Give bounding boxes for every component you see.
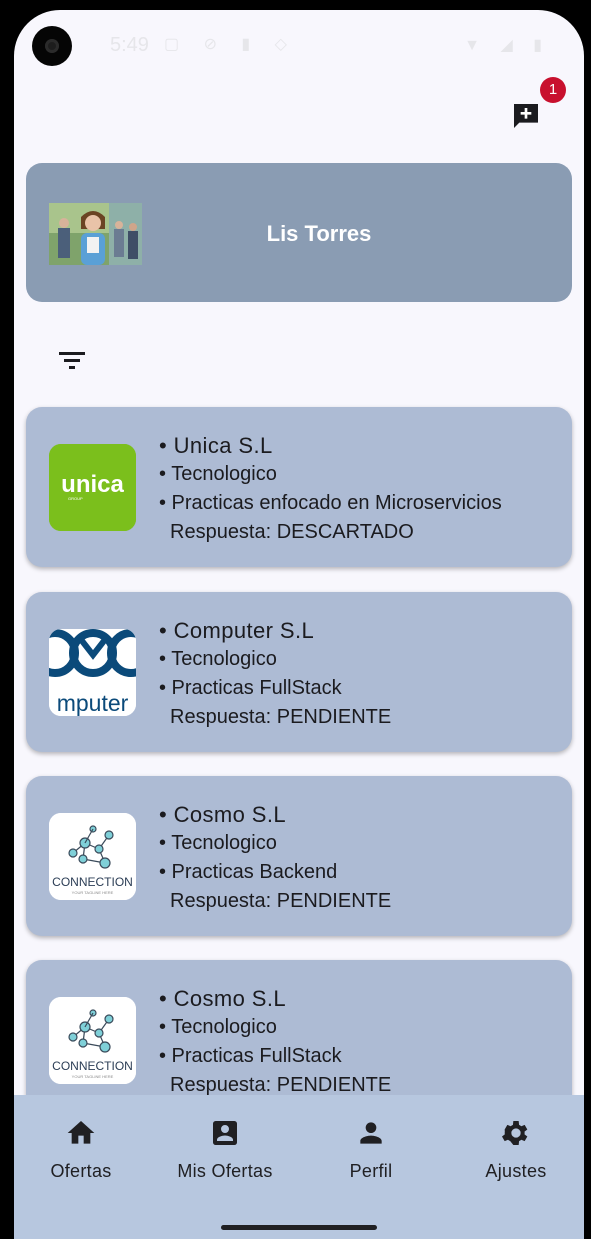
connection-logo: CONNECTION YOUR TAGLINE HERE [49,997,136,1084]
offer-card[interactable]: unica GROUP • Unica S.L • Tecnologico • … [26,407,572,567]
offer-title: • Practicas FullStack [159,1045,342,1067]
connection-logo-tagline: YOUR TAGLINE HERE [72,1074,114,1079]
bottom-navigation: Ofertas Mis Ofertas Perfil Ajustes [14,1095,584,1239]
unica-logo: unica GROUP [49,444,136,531]
nav-item-mis-ofertas[interactable]: Mis Ofertas [155,1117,295,1182]
notification-badge: 1 [540,77,566,103]
offer-sector: • Tecnologico [159,832,277,854]
unica-logo-text: unica [61,471,124,498]
profile-card[interactable]: Lis Torres [26,163,572,302]
profile-name: Lis Torres [266,221,372,246]
offer-response: Respuesta: PENDIENTE [170,706,392,728]
nav-item-ofertas[interactable]: Ofertas [14,1117,151,1182]
connection-logo: CONNECTION YOUR TAGLINE HERE [49,813,136,900]
status-system-icons: ▼ ◢ ▮ [464,37,550,54]
offer-title: • Practicas enfocado en Microservicios [159,492,502,514]
status-time: 5:49 [110,34,149,56]
offer-card[interactable]: CONNECTION YOUR TAGLINE HERE • Cosmo S.L… [26,776,572,936]
offer-title: • Practicas Backend [159,861,338,883]
contact-card-icon [213,1121,237,1145]
front-camera [32,26,72,66]
offer-company: • Unica S.L [159,433,273,458]
offer-sector: • Tecnologico [159,463,277,485]
gesture-home-bar[interactable] [221,1225,377,1230]
new-message-button[interactable] [510,100,542,132]
offer-title: • Practicas FullStack [159,677,342,699]
nav-item-ajustes[interactable]: Ajustes [446,1117,584,1182]
unica-logo-subtext: GROUP [68,496,83,501]
nav-label: Ofertas [50,1161,112,1181]
connection-logo-tagline: YOUR TAGLINE HERE [72,890,114,895]
computer-logo-text: mputer [57,690,129,716]
app-screen: 5:49 ▢ ⊘ ▮ ◇ ▼ ◢ ▮ 1 Lis Torres unica GR… [14,10,584,1239]
person-icon [360,1122,382,1144]
nav-label: Perfil [349,1161,393,1181]
connection-logo-text: CONNECTION [52,1059,133,1073]
home-icon [67,1121,95,1144]
offer-company: • Cosmo S.L [159,802,287,827]
nav-item-perfil[interactable]: Perfil [301,1117,441,1182]
computer-logo: mputer [49,629,136,716]
add-comment-icon [514,104,538,128]
filter-icon[interactable] [58,350,86,372]
offer-card[interactable]: mputer • Computer S.L • Tecnologico • Pr… [26,592,572,752]
offer-sector: • Tecnologico [159,1016,277,1038]
offer-company: • Cosmo S.L [159,986,287,1011]
nav-label: Ajustes [485,1161,547,1181]
offer-response: Respuesta: PENDIENTE [170,890,392,912]
offer-sector: • Tecnologico [159,648,277,670]
offer-response: Respuesta: DESCARTADO [170,521,414,543]
connection-logo-text: CONNECTION [52,875,133,889]
gear-icon [502,1121,528,1145]
offer-company: • Computer S.L [159,618,315,643]
nav-label: Mis Ofertas [177,1161,273,1181]
status-notification-icons: ▢ ⊘ ▮ ◇ [164,36,297,53]
